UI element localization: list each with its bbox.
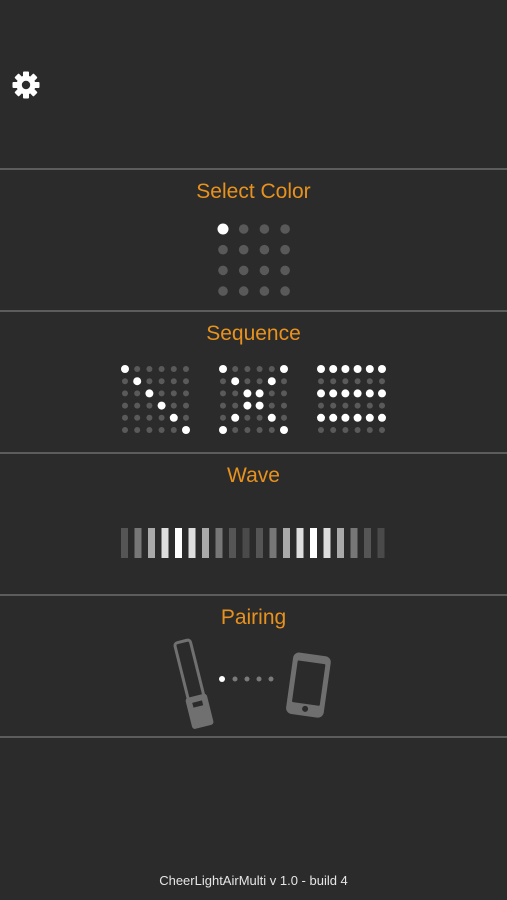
smartphone-icon (286, 652, 331, 718)
menu-item-pairing[interactable]: Pairing (0, 594, 507, 738)
menu-item-select-color[interactable]: Select Color (0, 168, 507, 310)
menu-item-wave[interactable]: Wave (0, 452, 507, 594)
gear-icon (12, 71, 40, 99)
version-label: CheerLightAirMulti v 1.0 - build 4 (159, 873, 348, 888)
menu-item-sequence[interactable]: Sequence (0, 310, 507, 452)
lightstick-icon (173, 638, 214, 729)
color-grid-icon (217, 223, 290, 296)
sequence-patterns-icon (121, 365, 386, 434)
settings-button[interactable] (11, 70, 41, 100)
wave-bars-icon (121, 528, 385, 558)
main-menu: Select Color Sequence Wave Pairing (0, 168, 507, 738)
pairing-lightstick-phone-icon (173, 638, 331, 729)
